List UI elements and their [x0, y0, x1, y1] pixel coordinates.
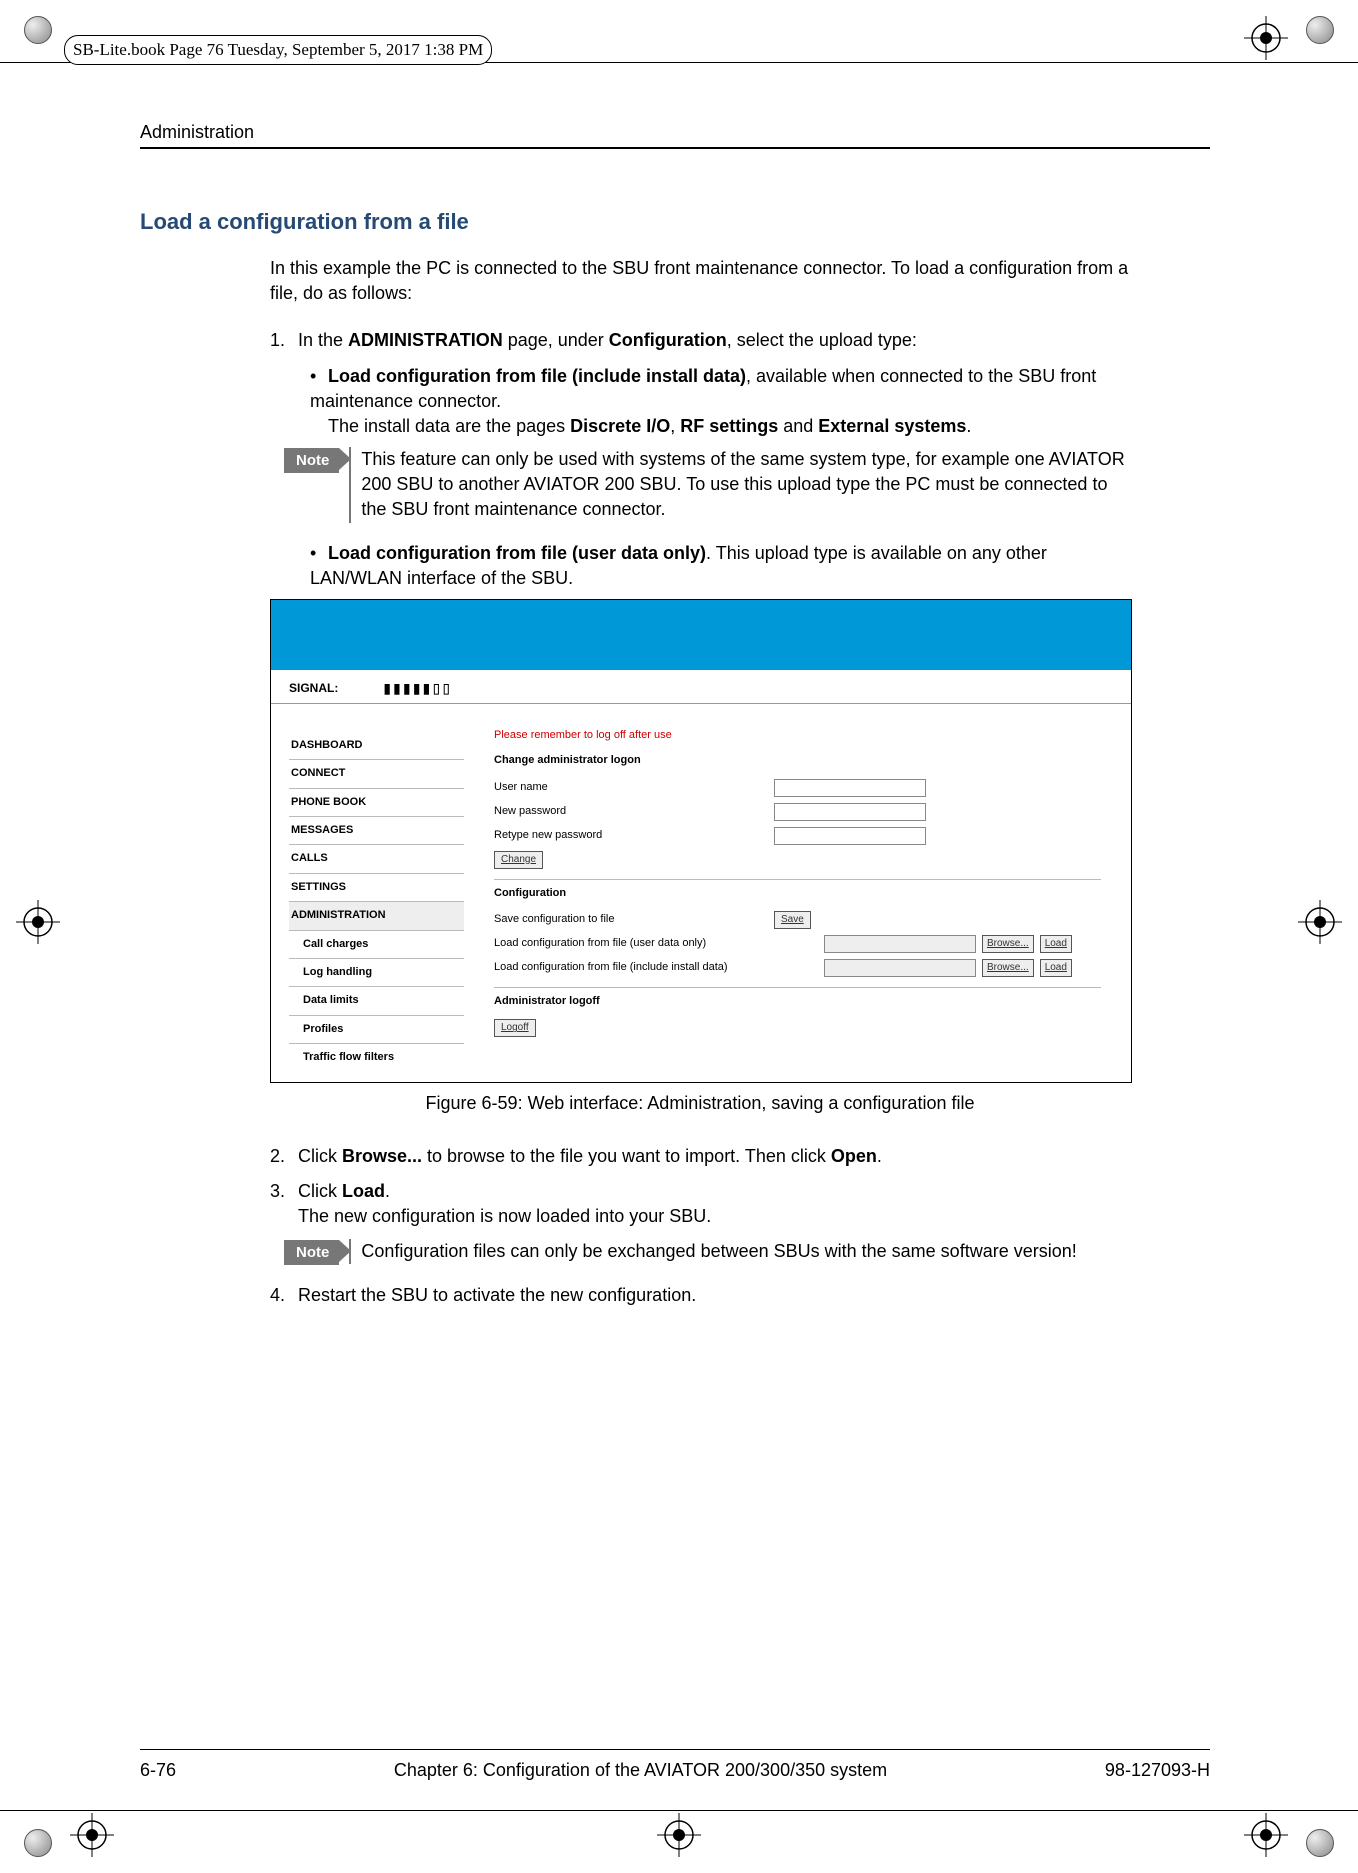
registration-mark-icon — [16, 900, 60, 944]
step-1-bullet-1: •Load configuration from file (include i… — [310, 364, 1130, 440]
load-button-install[interactable]: Load — [1040, 959, 1072, 977]
intro-paragraph: In this example the PC is connected to t… — [270, 256, 1130, 306]
nav-profiles[interactable]: Profiles — [289, 1016, 464, 1044]
step-3-number: 3. — [270, 1179, 298, 1204]
nav-settings[interactable]: SETTINGS — [289, 874, 464, 902]
corner-dot-bl — [24, 1829, 52, 1857]
crop-line-bottom — [0, 1810, 1358, 1811]
corner-dot-tl — [24, 16, 52, 44]
ss-label-install: Load configuration from file (include in… — [494, 960, 824, 975]
registration-mark-icon — [1298, 900, 1342, 944]
logoff-button[interactable]: Logoff — [494, 1019, 536, 1037]
page-footer: 6-76 Chapter 6: Configuration of the AVI… — [140, 1749, 1210, 1783]
load-button-userdata[interactable]: Load — [1040, 935, 1072, 953]
signal-bars-icon: ▮▮▮▮▮▯▯ — [382, 683, 451, 695]
nav-connect[interactable]: CONNECT — [289, 760, 464, 788]
registration-mark-icon — [1244, 1813, 1288, 1857]
footer-rule — [140, 1749, 1210, 1750]
ss-label-newpw: New password — [494, 804, 774, 819]
nav-dashboard[interactable]: DASHBOARD — [289, 732, 464, 760]
header-rule — [140, 147, 1210, 149]
ss-heading-change-logon: Change administrator logon — [494, 753, 1101, 768]
ss-topbar — [271, 600, 1131, 670]
running-head: Administration — [140, 120, 1210, 145]
step-1-text: In the ADMINISTRATION page, under Config… — [298, 330, 917, 350]
ss-label-userdata: Load configuration from file (user data … — [494, 936, 824, 951]
nav-phone-book[interactable]: PHONE BOOK — [289, 789, 464, 817]
corner-dot-br — [1306, 1829, 1334, 1857]
admin-screenshot: SIGNAL: ▮▮▮▮▮▯▯ DASHBOARD CONNECT PHONE … — [270, 599, 1132, 1082]
ss-label-save: Save configuration to file — [494, 912, 774, 927]
footer-docnum: 98-127093-H — [1105, 1758, 1210, 1783]
file-input-install[interactable] — [824, 959, 976, 977]
ss-heading-configuration: Configuration — [494, 886, 1101, 901]
change-button[interactable]: Change — [494, 851, 543, 869]
nav-data-limits[interactable]: Data limits — [289, 987, 464, 1015]
browse-button-install[interactable]: Browse... — [982, 959, 1034, 977]
ss-heading-logoff: Administrator logoff — [494, 994, 1101, 1009]
browse-button-userdata[interactable]: Browse... — [982, 935, 1034, 953]
ss-signal-row: SIGNAL: ▮▮▮▮▮▯▯ — [271, 670, 1131, 704]
retype-password-field[interactable] — [774, 827, 926, 845]
bullet-icon: • — [310, 541, 328, 566]
note-1: Note This feature can only be used with … — [270, 447, 1130, 523]
note-2-text: Configuration files can only be exchange… — [349, 1239, 1130, 1264]
ss-divider — [494, 879, 1101, 880]
footer-chapter: Chapter 6: Configuration of the AVIATOR … — [394, 1758, 887, 1783]
section-title: Load a configuration from a file — [140, 207, 1210, 238]
step-1-number: 1. — [270, 328, 298, 353]
nav-messages[interactable]: MESSAGES — [289, 817, 464, 845]
step-3: 3.Click Load. The new configuration is n… — [270, 1179, 1130, 1229]
nav-administration[interactable]: ADMINISTRATION — [289, 902, 464, 930]
print-header: SB-Lite.book Page 76 Tuesday, September … — [64, 35, 492, 65]
note-1-text: This feature can only be used with syste… — [349, 447, 1130, 523]
file-input-userdata[interactable] — [824, 935, 976, 953]
step-4: 4.Restart the SBU to activate the new co… — [270, 1283, 1130, 1308]
step-4-text: Restart the SBU to activate the new conf… — [298, 1285, 696, 1305]
nav-calls[interactable]: CALLS — [289, 845, 464, 873]
nav-log-handling[interactable]: Log handling — [289, 959, 464, 987]
figure-caption: Figure 6-59: Web interface: Administrati… — [270, 1091, 1130, 1116]
ss-nav: DASHBOARD CONNECT PHONE BOOK MESSAGES CA… — [271, 714, 464, 1082]
corner-dot-tr — [1306, 16, 1334, 44]
step-2: 2.Click Browse... to browse to the file … — [270, 1144, 1130, 1169]
footer-page-number: 6-76 — [140, 1758, 176, 1783]
note-2: Note Configuration files can only be exc… — [270, 1239, 1130, 1265]
ss-divider — [494, 987, 1101, 988]
ss-label-username: User name — [494, 780, 774, 795]
note-badge: Note — [284, 1240, 339, 1265]
registration-mark-icon — [1244, 16, 1288, 60]
nav-traffic-flow-filters[interactable]: Traffic flow filters — [289, 1044, 464, 1071]
step-1-bullet-2: •Load configuration from file (user data… — [310, 541, 1130, 591]
new-password-field[interactable] — [774, 803, 926, 821]
ss-label-rtpw: Retype new password — [494, 828, 774, 843]
nav-call-charges[interactable]: Call charges — [289, 931, 464, 959]
step-1: 1.In the ADMINISTRATION page, under Conf… — [270, 328, 1130, 353]
ss-signal-label: SIGNAL: — [289, 681, 338, 695]
step-3-line2: The new configuration is now loaded into… — [298, 1204, 1130, 1229]
step-1-bullet-1-line2: The install data are the pages Discrete … — [328, 414, 1130, 439]
step-4-number: 4. — [270, 1283, 298, 1308]
save-button[interactable]: Save — [774, 911, 811, 929]
step-2-number: 2. — [270, 1144, 298, 1169]
ss-logoff-warning: Please remember to log off after use — [494, 728, 1101, 743]
registration-mark-icon — [657, 1813, 701, 1857]
ss-main: Please remember to log off after use Cha… — [464, 714, 1131, 1082]
registration-mark-icon — [70, 1813, 114, 1857]
note-badge: Note — [284, 448, 339, 473]
bullet-icon: • — [310, 364, 328, 389]
username-field[interactable] — [774, 779, 926, 797]
